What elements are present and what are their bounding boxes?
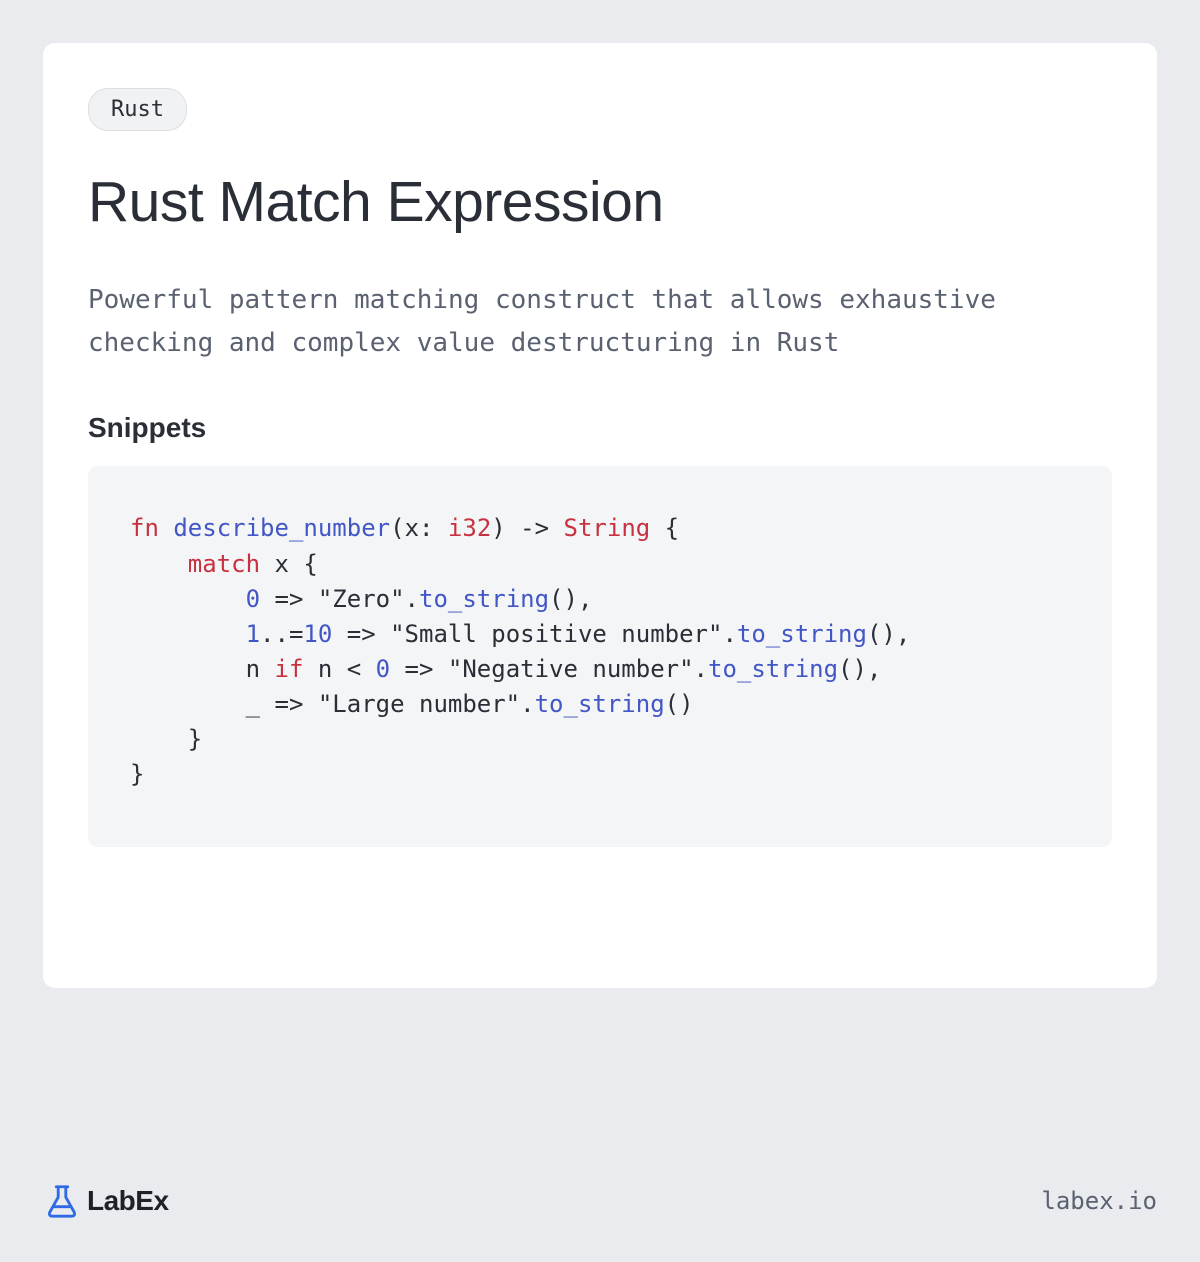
site-url[interactable]: labex.io <box>1041 1187 1157 1215</box>
parens: () <box>665 690 694 718</box>
keyword-match: match <box>188 550 260 578</box>
number-literal: 10 <box>303 620 332 648</box>
arrow-return: ) -> <box>491 514 563 542</box>
language-tag[interactable]: Rust <box>88 88 187 131</box>
indent <box>130 655 246 683</box>
indent <box>130 620 246 648</box>
method-call: to_string <box>419 585 549 613</box>
arrow: => <box>260 585 318 613</box>
number-literal: 1 <box>246 620 260 648</box>
parens: (), <box>867 620 910 648</box>
condition: n < <box>303 655 375 683</box>
param: x: <box>405 514 448 542</box>
number-literal: 0 <box>246 585 260 613</box>
string-literal: "Zero" <box>318 585 405 613</box>
brace-close: } <box>188 725 202 753</box>
dot: . <box>722 620 736 648</box>
brace-close: } <box>130 760 144 788</box>
wildcard-pattern: _ => <box>246 690 318 718</box>
parens: (), <box>549 585 592 613</box>
parens: (), <box>838 655 881 683</box>
keyword-if: if <box>275 655 304 683</box>
string-literal: "Small positive number" <box>390 620 722 648</box>
type-string: String <box>564 514 651 542</box>
match-expr: x { <box>260 550 318 578</box>
var-binding: n <box>246 655 275 683</box>
method-call: to_string <box>708 655 838 683</box>
indent <box>130 550 188 578</box>
footer: LabEx labex.io <box>43 1182 1157 1220</box>
indent <box>130 725 188 753</box>
brace: { <box>650 514 679 542</box>
logo[interactable]: LabEx <box>43 1182 169 1220</box>
type-i32: i32 <box>448 514 491 542</box>
flask-icon <box>43 1182 81 1220</box>
arrow: => <box>390 655 448 683</box>
page-title: Rust Match Expression <box>88 171 1112 234</box>
dot: . <box>405 585 419 613</box>
logo-text: LabEx <box>87 1185 169 1217</box>
snippets-heading: Snippets <box>88 412 1112 444</box>
content-card: Rust Rust Match Expression Powerful patt… <box>43 43 1157 988</box>
indent <box>130 690 246 718</box>
keyword-fn: fn <box>130 514 159 542</box>
dot: . <box>694 655 708 683</box>
indent <box>130 585 246 613</box>
method-call: to_string <box>737 620 867 648</box>
paren: ( <box>390 514 404 542</box>
number-literal: 0 <box>376 655 390 683</box>
arrow: => <box>332 620 390 648</box>
method-call: to_string <box>535 690 665 718</box>
code-snippet: fn describe_number(x: i32) -> String { m… <box>88 466 1112 846</box>
dot: . <box>520 690 534 718</box>
description-text: Powerful pattern matching construct that… <box>88 279 1112 365</box>
string-literal: "Large number" <box>318 690 520 718</box>
range-op: ..= <box>260 620 303 648</box>
string-literal: "Negative number" <box>448 655 694 683</box>
function-name: describe_number <box>173 514 390 542</box>
